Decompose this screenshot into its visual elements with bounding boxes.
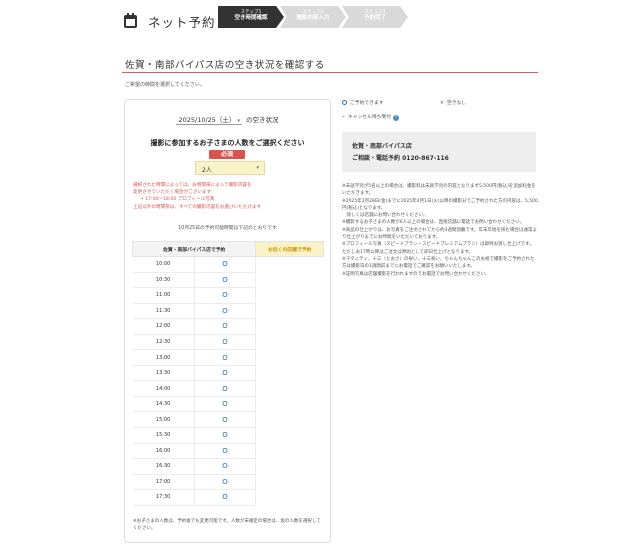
legend-waitlist-label: キャンセル待ち受付 <box>347 115 392 120</box>
required-badge: 必須 <box>209 150 245 159</box>
date-select[interactable]: 2025/10/25（土） ▾ <box>176 114 242 125</box>
slot-time: 15:30 <box>132 427 195 444</box>
cross-icon: × <box>440 101 445 106</box>
date-value: 2025/10/25（土） <box>178 116 236 124</box>
notice-line: 17:00～18:00 プロフィール写真 <box>145 197 215 203</box>
note-item: ※2025年2月28日(金)までに2025年4月1日(火)以降の撮影分でご予約さ… <box>342 198 538 211</box>
slot-time: 13:00 <box>132 349 195 366</box>
kids-count-value: 2人 <box>202 167 212 174</box>
store-column-header: 佐賀・南部バイパス店で予約 <box>131 241 257 257</box>
notes-list: ※未就学児が5名以上の場合は、撮影料は未就学児の内容となりまず5,500円(税込… <box>342 183 538 278</box>
slot-available-button[interactable]: O <box>194 349 256 366</box>
slot-available-button[interactable]: O <box>194 427 256 444</box>
step-indicator: ステップ1 空き時間確認 ステップ2 撮影内容入力 ステップ3 予約完了 <box>218 6 408 28</box>
slot-available-button[interactable]: O <box>194 443 256 460</box>
slot-time: 17:00 <box>132 474 195 491</box>
section-title: 佐賀・南部バイパス店の空き状況を確認する <box>125 60 325 71</box>
slot-available-button[interactable]: O <box>194 256 256 273</box>
legend-waitlist: ⌁ キャンセル待ち受付? <box>342 113 400 121</box>
notice-line: 変更させていただく場合がございます <box>133 190 212 196</box>
slot-available-button[interactable]: O <box>194 365 256 382</box>
slot-available-button[interactable]: O <box>194 272 256 289</box>
slot-time: 10:00 <box>132 256 195 273</box>
calendar-icon <box>124 13 137 28</box>
chevron-down-icon: ▾ <box>237 118 240 124</box>
time-slot-table: 佐賀・南部バイパス店で予約 お近くの店舗で予約 10:00 O 10:30 O 11:0… <box>131 241 324 506</box>
store-info-box: 佐賀・南部バイパス店 ご相談・電話予約 0120-867-116 <box>342 132 536 172</box>
note-item: ※プロフィール写真（スピードプラン・スピードプレミアムプラン）は即時お渡し仕上げ… <box>342 242 534 255</box>
kids-footnote: ※お子さまの人数は、予約後でも変更可能です。人数が未確定の場合は、仮の人数を選択… <box>133 519 321 531</box>
slot-time: 16:30 <box>132 458 195 475</box>
note-item: ※商品の仕上がりは、お写真をご注文されてから約3週間頂戴です。年末年始を挟む場合… <box>342 227 538 241</box>
date-row: 2025/10/25（土） ▾ の空き状況 <box>125 114 330 125</box>
slot-time: 14:00 <box>132 380 195 397</box>
slot-available-button[interactable]: O <box>194 474 256 491</box>
waitlist-icon: ⌁ <box>342 115 345 120</box>
info-icon[interactable]: ? <box>393 115 400 121</box>
page: ネット予約 ステップ1 空き時間確認 ステップ2 撮影内容入力 ステップ3 予約… <box>0 0 640 550</box>
kids-heading: 撮影に参加するお子さまの人数をご選択ください <box>150 139 305 147</box>
step-2-label: 撮影内容入力 <box>296 15 330 22</box>
step-1: ステップ1 空き時間確認 <box>218 6 284 28</box>
step-1-label: 空き時間確認 <box>234 15 268 22</box>
chevron-down-icon: ▾ <box>256 165 259 171</box>
note-item: 詳しくは店舗にお問い合わせください。 <box>342 213 428 219</box>
slot-available-button[interactable]: O <box>194 334 256 351</box>
legend-unavailable-label: 空きなし <box>447 101 467 106</box>
time-notice: 選択された時間によっては、お時間帯によって撮影内容を 変更させていただく場合がご… <box>133 182 323 211</box>
slot-time: 14:30 <box>132 396 195 413</box>
slot-time: 12:00 <box>132 318 195 335</box>
nearby-column-header: お近くの店舗で予約 <box>255 241 324 257</box>
slot-time: 12:30 <box>132 334 195 351</box>
slot-time: 15:00 <box>132 411 195 429</box>
notice-line: 上記以外の時間帯は、すべての撮影内容をお選びいただけます <box>133 204 262 210</box>
circle-icon <box>342 100 347 105</box>
slot-time: 13:30 <box>132 365 195 382</box>
slot-time: 10:30 <box>132 272 195 289</box>
slot-time: 11:00 <box>132 287 195 304</box>
nearby-column-cell <box>255 256 324 506</box>
slot-available-button[interactable]: O <box>194 489 256 506</box>
legend: ご予約できます × 空きなし ⌁ キャンセル待ち受付? <box>342 99 542 121</box>
slot-available-button[interactable]: O <box>194 287 256 304</box>
note-item: ※証明写真は店舗撮影を行われますのでお電話でお問い合わせください。 <box>342 271 490 277</box>
availability-card: 2025/10/25（土） ▾ の空き状況 撮影に参加するお子さまの人数をご選択く… <box>124 99 331 543</box>
page-title: ネット予約 <box>148 15 216 30</box>
phone-number[interactable]: 0120-867-116 <box>402 155 449 162</box>
instruction-text: ご希望の時間を選択してください。 <box>125 82 205 88</box>
slot-time: 16:00 <box>132 443 195 460</box>
note-item: ※撮影するお子さまの人数が6人以上の場合は、直接店舗に電話でお問い合わせください… <box>342 220 525 226</box>
note-item: ※マタニティ、十三（とおさ）の祝い、十三祝い、ちゃんちゃんこのお祝で撮影をご予約… <box>342 256 535 270</box>
slot-time: 11:30 <box>132 303 195 320</box>
store-contact: ご相談・電話予約 0120-867-116 <box>352 153 526 165</box>
table-row: 10:00 O <box>132 256 324 506</box>
contact-label: ご相談・電話予約 <box>352 155 401 162</box>
slot-available-button[interactable]: O <box>194 318 256 335</box>
legend-unavailable: × 空きなし <box>440 99 466 106</box>
step-3: ステップ3 予約完了 <box>342 6 408 28</box>
slot-available-button[interactable]: O <box>194 303 256 320</box>
date-suffix: の空き状況 <box>246 116 279 124</box>
step-3-label: 予約完了 <box>363 15 386 22</box>
notice-line: 選択された時間によっては、お時間帯によって撮影内容を <box>133 183 252 188</box>
notice-bullet: • 17:00～18:00 プロフィール写真 <box>141 197 215 203</box>
slot-time: 17:30 <box>132 489 195 506</box>
slot-available-button[interactable]: O <box>194 458 256 475</box>
store-name: 佐賀・南部バイパス店 <box>352 143 412 150</box>
section-divider <box>122 72 538 73</box>
available-note: 10月25日の予約可能時間は下記のとおりです <box>178 226 277 231</box>
note-item: ※未就学児が5名以上の場合は、撮影料は未就学児の内容となりまず5,500円(税込… <box>342 184 536 197</box>
kids-count-select[interactable]: 2人 ▾ <box>195 161 265 175</box>
legend-available-label: ご予約できます <box>350 101 384 106</box>
slot-available-button[interactable]: O <box>194 380 256 397</box>
slot-available-button[interactable]: O <box>194 396 256 413</box>
slot-available-button[interactable]: O <box>194 411 256 429</box>
slot-rows: 10:00 O 10:30 O 11:00 O 11:30 O 12:00 O 12:30 O 13:0… <box>132 256 324 506</box>
legend-available: ご予約できます <box>342 99 384 106</box>
step-2: ステップ2 撮影内容入力 <box>280 6 346 28</box>
